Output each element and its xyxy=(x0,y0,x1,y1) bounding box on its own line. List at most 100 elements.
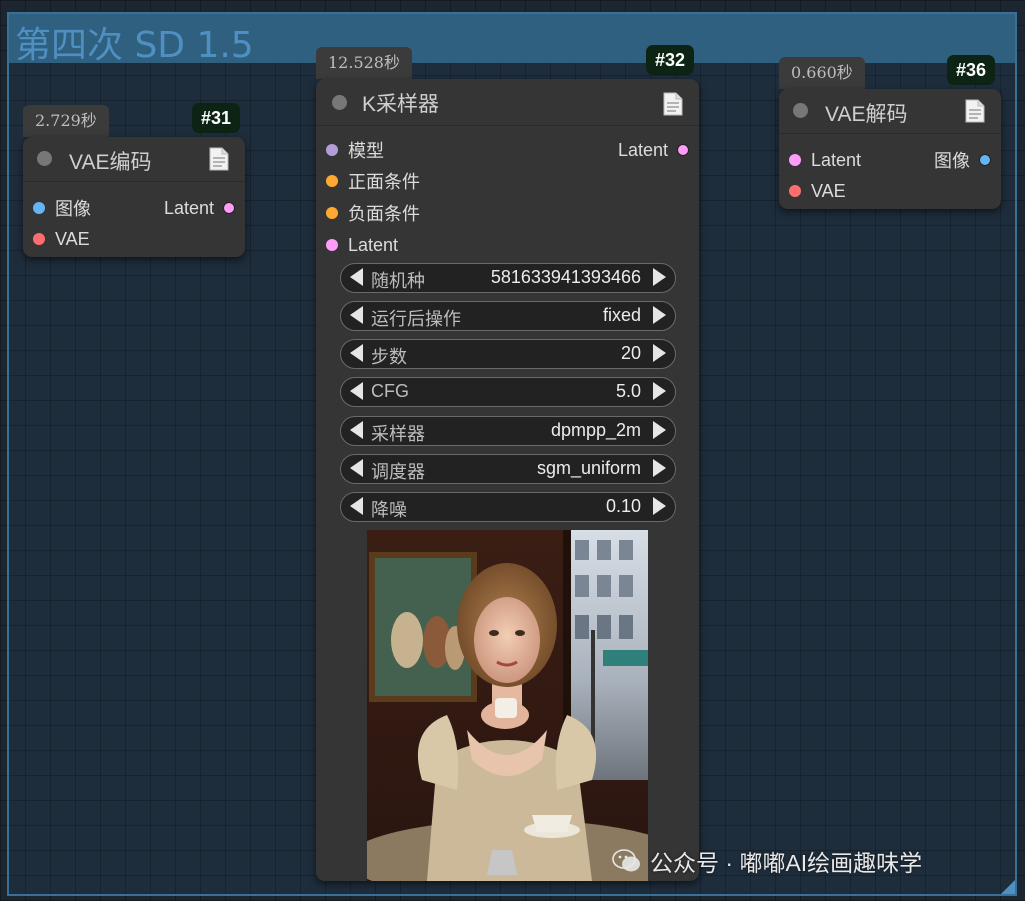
input-slot-model[interactable]: 模型 xyxy=(326,136,384,164)
slot-label: 正面条件 xyxy=(348,172,420,192)
node-header[interactable]: VAE编码 xyxy=(23,137,245,182)
node-collapse-toggle[interactable] xyxy=(37,151,52,166)
widget-value: 0.10 xyxy=(605,496,641,516)
execution-time-badge: 0.660秒 xyxy=(779,57,865,89)
slot-label: Latent xyxy=(163,197,214,218)
node-id-badge: #36 xyxy=(947,55,996,85)
slot-label: Latent xyxy=(617,139,668,160)
slot-dot-image[interactable] xyxy=(979,154,991,166)
group-title: 第四次 SD 1.5 xyxy=(15,25,254,66)
increment-arrow-icon[interactable] xyxy=(653,344,666,362)
slot-dot-latent[interactable] xyxy=(326,239,338,251)
slot-dot-conditioning[interactable] xyxy=(326,175,338,187)
widget-label: 步数 xyxy=(371,347,407,367)
widget-value: 581633941393466 xyxy=(490,267,641,287)
slot-dot-latent[interactable] xyxy=(677,144,689,156)
decrement-arrow-icon[interactable] xyxy=(350,344,363,362)
slot-row: Latent 图像 xyxy=(779,146,1001,174)
slot-label: Latent xyxy=(348,234,399,255)
node-header[interactable]: K采样器 xyxy=(316,79,699,126)
slot-dot-conditioning[interactable] xyxy=(326,207,338,219)
slot-dot-model[interactable] xyxy=(326,144,338,156)
node-id-badge: #31 xyxy=(192,103,241,133)
decrement-arrow-icon[interactable] xyxy=(350,382,363,400)
widget-label: 运行后操作 xyxy=(371,309,461,329)
slot-row: 模型 Latent xyxy=(316,136,699,164)
generated-image-preview[interactable] xyxy=(367,530,648,881)
slot-dot-latent[interactable] xyxy=(789,154,801,166)
slot-row: Latent xyxy=(316,231,699,259)
node-vae-encode[interactable]: VAE编码 图像 Latent VAE xyxy=(23,137,245,257)
group-resize-handle[interactable] xyxy=(1001,880,1015,894)
widget-scheduler[interactable]: 调度器 sgm_uniform xyxy=(340,454,676,484)
widget-value: sgm_uniform xyxy=(536,458,641,478)
node-id-badge: #32 xyxy=(646,45,695,75)
widget-control-after-generate[interactable]: 运行后操作 fixed xyxy=(340,301,676,331)
widget-label: 降噪 xyxy=(371,500,407,520)
document-icon[interactable] xyxy=(209,147,229,171)
slot-label: VAE xyxy=(55,228,90,249)
slot-dot-vae[interactable] xyxy=(789,185,801,197)
slot-row: 图像 Latent xyxy=(23,194,245,222)
slot-row: 负面条件 xyxy=(316,199,699,227)
watermark-text: 公众号 · 嘟嘟AI绘画趣味学 xyxy=(650,850,923,876)
widget-sampler[interactable]: 采样器 dpmpp_2m xyxy=(340,416,676,446)
input-slot-image[interactable]: 图像 xyxy=(33,194,91,222)
widget-value: fixed xyxy=(602,305,641,325)
widget-steps[interactable]: 步数 20 xyxy=(340,339,676,369)
widget-denoise[interactable]: 降噪 0.10 xyxy=(340,492,676,522)
document-icon[interactable] xyxy=(965,99,985,123)
input-slot-latent[interactable]: Latent xyxy=(789,146,861,174)
node-header[interactable]: VAE解码 xyxy=(779,89,1001,134)
execution-time-badge: 2.729秒 xyxy=(23,105,109,137)
slot-label: Latent xyxy=(811,149,862,170)
decrement-arrow-icon[interactable] xyxy=(350,497,363,515)
widget-label: 调度器 xyxy=(371,462,425,482)
decrement-arrow-icon[interactable] xyxy=(350,268,363,286)
execution-time-badge: 12.528秒 xyxy=(316,47,412,79)
output-slot-latent[interactable]: Latent xyxy=(618,136,689,164)
node-title: VAE解码 xyxy=(825,103,908,126)
node-vae-decode[interactable]: VAE解码 Latent 图像 VAE xyxy=(779,89,1001,209)
increment-arrow-icon[interactable] xyxy=(653,421,666,439)
preview-image xyxy=(367,530,648,881)
slot-label: 图像 xyxy=(934,151,970,171)
input-slot-positive[interactable]: 正面条件 xyxy=(326,167,420,195)
slot-dot-latent[interactable] xyxy=(223,202,235,214)
widget-value: dpmpp_2m xyxy=(550,420,641,440)
input-slot-latent[interactable]: Latent xyxy=(326,231,398,259)
slot-label: 图像 xyxy=(55,199,91,219)
input-slot-negative[interactable]: 负面条件 xyxy=(326,199,420,227)
slot-dot-image[interactable] xyxy=(33,202,45,214)
widget-seed[interactable]: 随机种 581633941393466 xyxy=(340,263,676,293)
node-title: K采样器 xyxy=(362,93,440,116)
increment-arrow-icon[interactable] xyxy=(653,459,666,477)
decrement-arrow-icon[interactable] xyxy=(350,306,363,324)
group-header[interactable]: 第四次 SD 1.5 xyxy=(9,14,1015,66)
widget-value: 20 xyxy=(620,343,641,363)
node-collapse-toggle[interactable] xyxy=(793,103,808,118)
slot-label: VAE xyxy=(811,180,846,201)
slot-dot-vae[interactable] xyxy=(33,233,45,245)
output-slot-latent[interactable]: Latent xyxy=(164,194,235,222)
increment-arrow-icon[interactable] xyxy=(653,382,666,400)
increment-arrow-icon[interactable] xyxy=(653,306,666,324)
wechat-logo-icon xyxy=(612,849,640,872)
input-slot-vae[interactable]: VAE xyxy=(789,177,846,205)
watermark: 公众号 · 嘟嘟AI绘画趣味学 xyxy=(612,843,922,879)
output-slot-image[interactable]: 图像 xyxy=(934,146,991,174)
decrement-arrow-icon[interactable] xyxy=(350,421,363,439)
widget-label: 采样器 xyxy=(371,424,425,444)
widget-label: CFG xyxy=(371,381,409,401)
widget-cfg[interactable]: CFG 5.0 xyxy=(340,377,676,407)
node-collapse-toggle[interactable] xyxy=(332,95,347,110)
decrement-arrow-icon[interactable] xyxy=(350,459,363,477)
widget-value: 5.0 xyxy=(615,381,641,401)
increment-arrow-icon[interactable] xyxy=(653,497,666,515)
input-slot-vae[interactable]: VAE xyxy=(33,225,90,253)
document-icon[interactable] xyxy=(663,92,683,116)
slot-row: 正面条件 xyxy=(316,167,699,195)
slot-row: VAE xyxy=(23,225,245,253)
slot-label: 负面条件 xyxy=(348,204,420,224)
increment-arrow-icon[interactable] xyxy=(653,268,666,286)
